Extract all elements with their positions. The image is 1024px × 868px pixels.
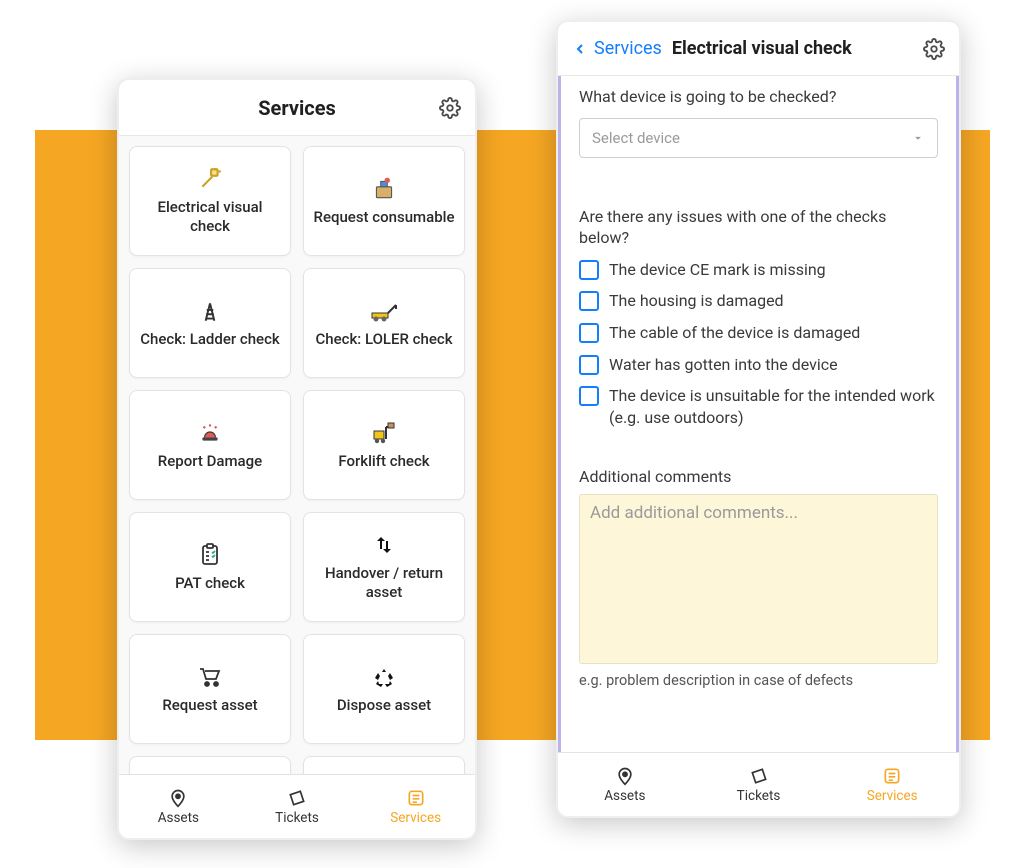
service-card-handover-return[interactable]: Handover / return asset: [303, 512, 465, 622]
recycle-icon: [371, 664, 397, 690]
chevron-left-icon: [572, 39, 588, 59]
transfer-icon: [372, 532, 396, 558]
nav-label: Tickets: [275, 810, 319, 826]
card-label: Report Damage: [158, 452, 262, 471]
bottom-nav: Assets Tickets Services: [119, 774, 475, 838]
header: Services: [119, 80, 475, 136]
page-title: Electrical visual check: [672, 38, 852, 59]
form-body: What device is going to be checked? Sele…: [558, 76, 959, 752]
pin-icon: [615, 766, 635, 786]
comments-label: Additional comments: [579, 466, 938, 488]
card-label: PAT check: [175, 574, 245, 593]
check-row[interactable]: The cable of the device is damaged: [579, 322, 938, 344]
nav-label: Services: [867, 788, 918, 804]
check-label: The housing is damaged: [609, 290, 784, 312]
check-label: The device is unsuitable for the intende…: [609, 385, 938, 428]
nav-services[interactable]: Services: [825, 753, 959, 816]
gear-icon: [439, 97, 461, 119]
nav-tickets[interactable]: Tickets: [692, 753, 826, 816]
service-card-report-damage[interactable]: Report Damage: [129, 390, 291, 500]
form-panel: What device is going to be checked? Sele…: [558, 76, 959, 752]
phone-services: Services Electrical visual check Request…: [117, 78, 477, 840]
card-label: Electrical visual check: [136, 198, 284, 236]
check-label: Water has gotten into the device: [609, 354, 838, 376]
card-label: Forklift check: [338, 452, 429, 471]
question-device: What device is going to be checked?: [579, 86, 938, 108]
list-icon: [882, 766, 902, 786]
service-card-pat-check[interactable]: PAT check: [129, 512, 291, 622]
plug-icon: [197, 166, 223, 192]
comments-placeholder: Add additional comments...: [590, 503, 798, 523]
checkbox[interactable]: [579, 355, 599, 375]
service-card-request-asset[interactable]: Request asset: [129, 634, 291, 744]
breadcrumb[interactable]: Services: [594, 38, 662, 59]
chevron-down-icon: [911, 131, 925, 145]
card-label: Check: LOLER check: [315, 330, 452, 349]
back-button[interactable]: [572, 39, 588, 59]
ladder-icon: [197, 298, 223, 324]
decorative-band-right: [960, 130, 990, 740]
cart-icon: [197, 664, 223, 690]
forklift-icon: [370, 420, 398, 446]
page-title: Services: [258, 96, 336, 120]
service-card-cut-2[interactable]: [303, 756, 465, 774]
check-row[interactable]: Water has gotten into the device: [579, 354, 938, 376]
decorative-band-mid: [470, 130, 565, 740]
nav-assets[interactable]: Assets: [119, 775, 238, 838]
check-row[interactable]: The housing is damaged: [579, 290, 938, 312]
ticket-icon: [748, 766, 770, 786]
checkbox[interactable]: [579, 386, 599, 406]
question-issues: Are there any issues with one of the che…: [579, 206, 938, 249]
service-card-electrical-visual-check[interactable]: Electrical visual check: [129, 146, 291, 256]
service-card-forklift-check[interactable]: Forklift check: [303, 390, 465, 500]
check-row[interactable]: The device CE mark is missing: [579, 259, 938, 281]
card-label: Handover / return asset: [310, 564, 458, 602]
checkbox[interactable]: [579, 260, 599, 280]
gear-icon: [923, 38, 945, 60]
card-label: Dispose asset: [337, 696, 431, 715]
comments-input[interactable]: Add additional comments...: [579, 494, 938, 664]
service-card-request-consumable[interactable]: Request consumable: [303, 146, 465, 256]
services-grid: Electrical visual check Request consumab…: [119, 136, 475, 774]
nav-label: Services: [390, 810, 441, 826]
check-label: The device CE mark is missing: [609, 259, 826, 281]
checkbox[interactable]: [579, 291, 599, 311]
header: Services Electrical visual check: [558, 22, 959, 76]
decorative-band-left: [35, 130, 125, 740]
service-card-cut-1[interactable]: [129, 756, 291, 774]
checkbox[interactable]: [579, 323, 599, 343]
phone-service-detail: Services Electrical visual check What de…: [556, 20, 961, 818]
nav-assets[interactable]: Assets: [558, 753, 692, 816]
checklist: The device CE mark is missing The housin…: [579, 259, 938, 429]
check-label: The cable of the device is damaged: [609, 322, 860, 344]
settings-button[interactable]: [439, 97, 461, 119]
select-placeholder: Select device: [592, 129, 680, 147]
card-label: Request consumable: [314, 208, 455, 227]
list-icon: [406, 788, 426, 808]
bottom-nav: Assets Tickets Services: [558, 752, 959, 816]
card-label: Request asset: [162, 696, 257, 715]
nav-label: Assets: [158, 810, 199, 826]
clipboard-icon: [198, 542, 222, 568]
nav-tickets[interactable]: Tickets: [238, 775, 357, 838]
settings-button[interactable]: [923, 38, 945, 60]
service-card-ladder-check[interactable]: Check: Ladder check: [129, 268, 291, 378]
crane-icon: [369, 298, 399, 324]
service-card-loler-check[interactable]: Check: LOLER check: [303, 268, 465, 378]
card-label: Check: Ladder check: [140, 330, 280, 349]
device-select[interactable]: Select device: [579, 118, 938, 158]
nav-services[interactable]: Services: [356, 775, 475, 838]
pin-icon: [168, 788, 188, 808]
alarm-icon: [197, 420, 223, 446]
ticket-icon: [286, 788, 308, 808]
nav-label: Tickets: [737, 788, 781, 804]
check-row[interactable]: The device is unsuitable for the intende…: [579, 385, 938, 428]
comments-hint: e.g. problem description in case of defe…: [579, 672, 938, 689]
box-icon: [371, 176, 397, 202]
service-card-dispose-asset[interactable]: Dispose asset: [303, 634, 465, 744]
nav-label: Assets: [604, 788, 645, 804]
